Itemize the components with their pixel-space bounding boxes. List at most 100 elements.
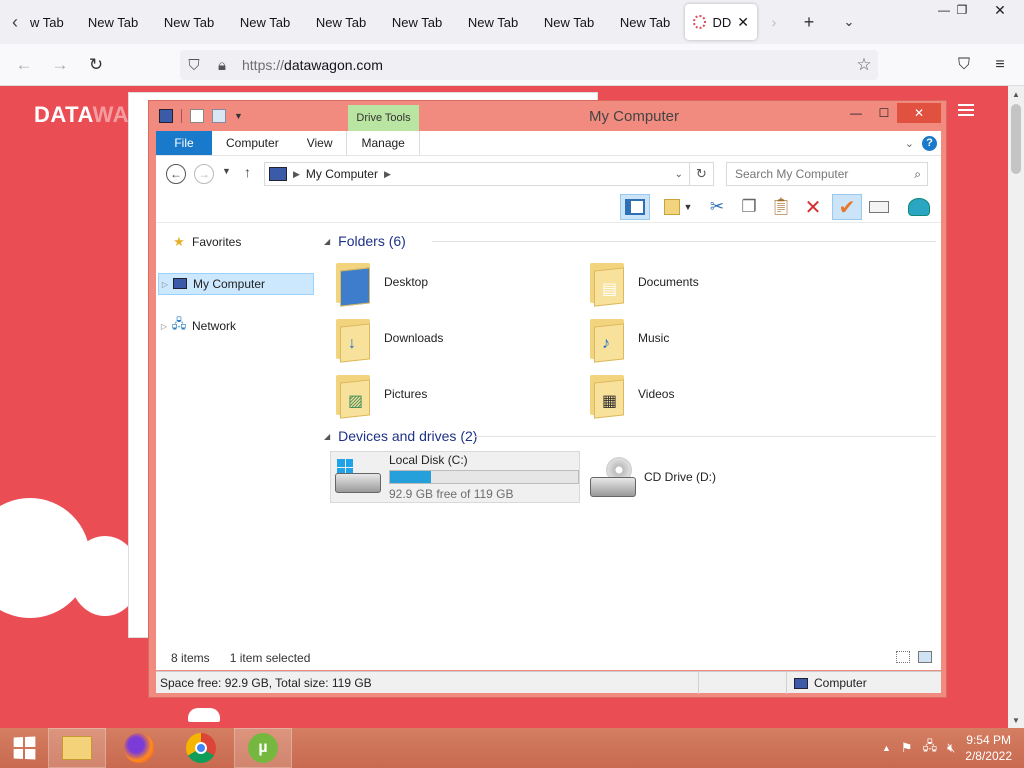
nav-item-network[interactable]: ▷ 🖧︎ Network [158,315,314,337]
address-bar[interactable]: ▶ My Computer ▶ ⌄ [264,162,690,186]
tab-label: New Tab [87,14,139,30]
page-scrollbar[interactable]: ▲ ▼ [1008,86,1024,728]
breadcrumb-separator-icon[interactable]: ▶ [384,169,391,180]
tab-label: New Tab [163,14,215,30]
tab[interactable]: New Tab [455,0,531,44]
preview-pane-icon[interactable] [620,194,650,220]
globe-icon[interactable] [904,194,934,220]
search-input[interactable]: Search My Computer ⌕ [726,162,928,186]
folder-videos[interactable]: ▦ Videos [586,369,826,419]
explorer-title-bar[interactable]: ▼ Drive Tools My Computer — ☐ ✕ [149,101,946,131]
reload-icon[interactable]: ↻ [78,49,114,81]
scroll-up-icon[interactable]: ▲ [1008,86,1024,102]
cut-icon[interactable]: ✂ [702,194,732,220]
network-status-icon[interactable]: 🖧︎ [923,737,938,759]
breadcrumb[interactable]: My Computer [306,167,378,181]
scroll-down-icon[interactable]: ▼ [1008,712,1024,728]
explorer-minimize-icon[interactable]: — [841,103,871,123]
tab-file[interactable]: File [156,131,212,155]
list-tabs-chevron-icon[interactable]: ⌄ [829,0,869,44]
action-center-flag-icon[interactable]: ⚑ [901,740,913,756]
address-dropdown-icon[interactable]: ⌄ [675,169,683,180]
drive-cd-d[interactable]: CD Drive (D:) [586,451,786,503]
paste-icon[interactable]: 📋︎ [766,194,796,220]
large-icons-view-icon[interactable] [918,651,932,663]
folders-section-header[interactable]: ◢ Folders (6) [324,231,936,251]
tab[interactable]: New Tab [151,0,227,44]
tab[interactable]: w Tab [30,0,75,44]
back-arrow-icon[interactable]: ← [166,164,186,184]
refresh-icon[interactable]: ↻ [690,162,714,186]
tab[interactable]: New Tab [531,0,607,44]
folder-desktop[interactable]: Desktop [332,257,572,307]
chrome-taskbar-button[interactable] [172,728,230,768]
folder-documents[interactable]: ▤ Documents [586,257,826,307]
active-tab[interactable]: DD ✕ [685,4,757,40]
restore-window-icon[interactable]: ❐ [946,0,978,20]
drive-local-disk-c[interactable]: Local Disk (C:) 92.9 GB free of 119 GB [330,451,580,503]
nav-item-my-computer[interactable]: ▷ My Computer [158,273,314,295]
new-tab-button[interactable]: + [789,0,829,44]
folder-music[interactable]: ♪ Music [586,313,826,363]
collapse-icon[interactable]: ◢ [324,237,330,246]
delete-icon[interactable]: ✕ [798,194,828,220]
forward-arrow-icon[interactable]: → [194,164,214,184]
close-window-icon[interactable]: ✕ [984,0,1016,20]
firefox-taskbar-button[interactable] [110,728,168,768]
utorrent-taskbar-button[interactable]: µ [234,728,292,768]
properties-icon[interactable] [190,109,204,123]
help-icon[interactable]: ? [922,135,937,151]
tab-scroll-left-icon[interactable]: ‹ [0,0,30,44]
site-logo[interactable]: DATAWA [34,102,129,128]
details-view-icon[interactable] [896,651,910,663]
show-hidden-icons-icon[interactable]: ▲ [882,743,891,753]
recent-locations-icon[interactable]: ▼ [222,166,231,176]
tab-computer[interactable]: Computer [212,131,293,155]
forward-icon[interactable]: → [42,49,78,81]
tracking-shield-icon[interactable]: ⛉ [180,57,208,74]
back-icon[interactable]: ← [6,49,42,81]
tab-manage[interactable]: Manage [346,131,420,155]
new-folder-icon[interactable] [212,109,226,123]
drives-section-header[interactable]: ◢ Devices and drives (2) [324,426,936,446]
tab[interactable]: New Tab [607,0,683,44]
copy-icon[interactable]: ❐ [734,194,764,220]
tab[interactable]: New Tab [379,0,455,44]
tab-view[interactable]: View [293,131,347,155]
select-items-icon[interactable]: ▼ [658,194,698,220]
up-arrow-icon[interactable]: ↑ [244,164,251,180]
qat-dropdown-icon[interactable]: ▼ [234,111,243,121]
menu-icon[interactable]: ≡ [982,44,1018,86]
breadcrumb-separator-icon[interactable]: ▶ [293,169,300,180]
file-explorer-taskbar-button[interactable] [48,728,106,768]
expand-icon[interactable]: ▷ [158,322,170,331]
clock[interactable]: 9:54 PM 2/8/2022 [965,732,1012,764]
tab-scroll-right-icon[interactable]: › [759,0,789,44]
bookmark-star-icon[interactable]: ☆ [850,55,878,75]
checkmark-icon[interactable]: ✔ [832,194,862,220]
expand-icon[interactable]: ▷ [159,280,171,289]
scroll-thumb[interactable] [1011,104,1021,174]
folder-downloads[interactable]: ↓ Downloads [332,313,572,363]
pocket-icon[interactable]: ⛉ [946,44,982,86]
url-text[interactable]: https://datawagon.com [242,57,383,73]
close-tab-icon[interactable]: ✕ [737,14,749,31]
explorer-maximize-icon[interactable]: ☐ [869,103,899,123]
nav-item-favorites[interactable]: ★ Favorites [158,231,314,253]
tab-label: New Tab [619,14,671,30]
site-menu-icon[interactable] [958,104,974,116]
start-button[interactable] [0,728,48,768]
tab[interactable]: New Tab [303,0,379,44]
explorer-close-icon[interactable]: ✕ [897,103,941,123]
expand-ribbon-chevron-icon[interactable]: ⌄ [905,137,914,150]
url-bar[interactable]: ⛉ 🔒︎ https://datawagon.com ☆ [180,50,878,80]
volume-muted-icon[interactable]: 🔇︎ [947,740,955,756]
explorer-content: ★ Favorites ▷ My Computer ▷ 🖧︎ Network ◢… [156,223,941,669]
tab[interactable]: New Tab [75,0,151,44]
folder-pictures[interactable]: ▨ Pictures [332,369,572,419]
lock-icon[interactable]: 🔒︎ [208,57,236,74]
collapse-icon[interactable]: ◢ [324,432,330,441]
tab[interactable]: New Tab [227,0,303,44]
divider [181,109,182,123]
rename-icon[interactable] [864,194,894,220]
